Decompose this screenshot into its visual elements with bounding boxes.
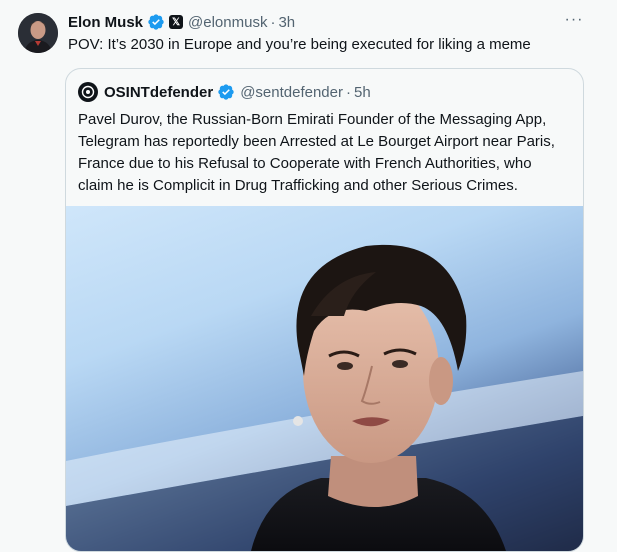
quoted-text-line: Telegram has reportedly been Arrested at… — [78, 133, 555, 150]
quoted-author-name[interactable]: OSINTdefender — [104, 84, 213, 101]
quoted-tweet-time[interactable]: 5h — [354, 84, 371, 101]
verified-badge-icon — [217, 83, 235, 101]
x-logo-icon: 𝕏 — [169, 15, 184, 29]
quoted-text-line: claim he is Complicit in Drug Traffickin… — [78, 177, 518, 194]
quoted-tweet-photo[interactable] — [66, 206, 583, 551]
separator-dot: · — [270, 13, 276, 31]
tweet-text: POV: It’s 2030 in Europe and you’re bein… — [68, 36, 531, 53]
quoted-tweet[interactable]: OSINTdefender @sentdefender · 5h Pavel D… — [65, 68, 584, 552]
verified-badge-icon — [147, 13, 165, 31]
author-handle[interactable]: @elonmusk — [188, 14, 267, 31]
more-options-icon[interactable]: ··· — [563, 12, 585, 32]
tweet-time[interactable]: 3h — [278, 14, 295, 31]
author-name[interactable]: Elon Musk — [68, 14, 143, 31]
quoted-text-line: Pavel Durov, the Russian-Born Emirati Fo… — [78, 111, 547, 128]
tweet[interactable]: Elon Musk 𝕏 @elonmusk · 3h ··· POV: It’s… — [0, 0, 590, 552]
quoted-tweet-text: Pavel Durov, the Russian-Born Emirati Fo… — [78, 109, 573, 197]
quoted-tweet-header: OSINTdefender @sentdefender · 5h — [78, 82, 371, 102]
tweet-header: Elon Musk 𝕏 @elonmusk · 3h — [68, 12, 295, 32]
quoted-author-handle[interactable]: @sentdefender — [240, 84, 343, 101]
quoted-text-line: France due to his Refusal to Cooperate w… — [78, 155, 532, 172]
separator-dot: · — [345, 83, 351, 101]
author-avatar[interactable] — [18, 13, 58, 53]
quoted-author-avatar[interactable] — [78, 82, 98, 102]
